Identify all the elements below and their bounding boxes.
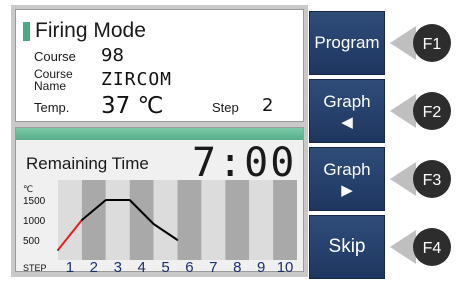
graph-next-button[interactable]: Graph ▶: [309, 147, 385, 211]
temp-label: Temp.: [34, 100, 70, 115]
step-number-label: 5: [161, 259, 169, 273]
f4-pointer-icon: [390, 230, 416, 264]
profile-point: [105, 199, 107, 201]
profile-point: [176, 239, 179, 241]
f2-key[interactable]: F2: [388, 88, 452, 134]
step-number-label: 4: [137, 259, 145, 273]
f1-key-label: F1: [423, 36, 442, 53]
y-tick-label: 500: [23, 236, 40, 247]
step-number-label: 10: [277, 259, 294, 273]
step-number-label: 9: [257, 259, 265, 273]
step-axis-label: STEP: [23, 263, 47, 273]
graph-prev-button[interactable]: Graph ◀: [309, 79, 385, 143]
step-number-label: 8: [233, 259, 241, 273]
step-column: [153, 180, 178, 260]
step-column: [249, 180, 274, 260]
step-number-label: 1: [66, 259, 74, 273]
mode-marker: [23, 22, 30, 41]
firing-screen: Firing Mode Course 98 Course Name ZIRCOM…: [11, 5, 308, 277]
f4-key-label: F4: [423, 240, 442, 257]
step-number-label: 6: [185, 259, 193, 273]
profile-point: [128, 199, 131, 201]
course-value: 98: [101, 45, 124, 66]
course-label: Course: [34, 49, 76, 64]
skip-button[interactable]: Skip: [309, 215, 385, 279]
graph-prev-label: Graph: [323, 92, 371, 111]
step-column: [105, 180, 130, 260]
f2-pointer-icon: [390, 94, 416, 128]
left-arrow-icon: ◀: [341, 114, 353, 131]
time-graph-panel: Remaining Time 7:00 ℃ 1500 1000 500 STEP 1 2 3 4…: [15, 127, 304, 273]
f4-key[interactable]: F4: [388, 224, 452, 270]
step-column: [58, 180, 82, 260]
step-number-label: 3: [114, 259, 122, 273]
temp-value: 37 ℃: [101, 93, 164, 119]
step-number-label: 7: [209, 259, 217, 273]
step-label: Step: [212, 100, 239, 115]
mode-title: Firing Mode: [35, 19, 146, 42]
firing-profile-graph: ℃1500 1000 500 STEP 1 2 3 4 5 6 7 8 9 10: [23, 180, 297, 273]
f3-pointer-icon: [390, 162, 416, 196]
graph-next-label: Graph: [323, 160, 371, 179]
course-name-label-line2: Name: [34, 79, 67, 93]
f1-key[interactable]: F1: [388, 20, 452, 66]
f2-key-label: F2: [423, 104, 442, 121]
step-column: [225, 180, 250, 260]
f3-key[interactable]: F3: [388, 156, 452, 202]
profile-point: [81, 219, 83, 221]
right-arrow-icon: ▶: [341, 182, 353, 199]
temperature-unit-label: ℃: [23, 185, 33, 195]
program-button[interactable]: Program: [309, 11, 385, 75]
firing-info-panel: Firing Mode Course 98 Course Name ZIRCOM…: [15, 9, 304, 122]
skip-button-label: Skip: [328, 236, 366, 257]
step-column: [273, 180, 297, 260]
step-value: 2: [262, 95, 274, 116]
profile-point: [152, 223, 155, 225]
program-button-label: Program: [314, 33, 380, 52]
y-tick-label: 1500: [23, 196, 46, 207]
step-column: [177, 180, 202, 260]
step-column: [201, 180, 226, 260]
profile-point: [57, 249, 59, 251]
step-number-label: 2: [90, 259, 98, 273]
step-column: [81, 180, 106, 260]
f1-pointer-icon: [390, 26, 416, 60]
y-tick-label: 1000: [23, 216, 46, 227]
course-name-value: ZIRCOM: [101, 69, 173, 90]
f3-key-label: F3: [423, 172, 442, 189]
